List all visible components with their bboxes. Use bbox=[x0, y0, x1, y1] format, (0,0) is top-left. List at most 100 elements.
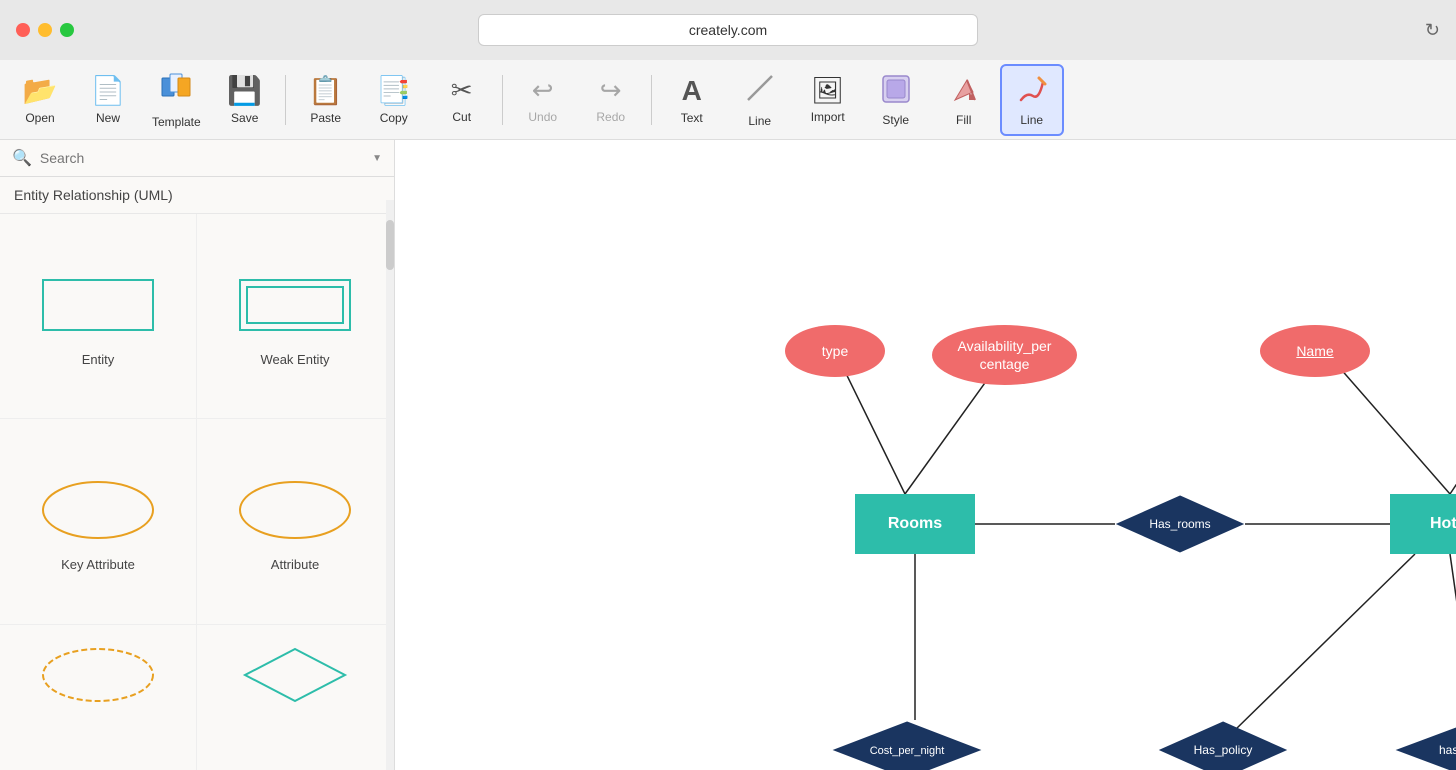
open-icon: 📂 bbox=[23, 74, 58, 107]
toolbar-fill[interactable]: Fill bbox=[932, 64, 996, 136]
refresh-button[interactable]: ↻ bbox=[1425, 20, 1440, 41]
import-label: Import bbox=[811, 110, 845, 124]
partial-attr-shape bbox=[235, 645, 355, 705]
attribute-shape bbox=[235, 475, 355, 545]
save-icon: 💾 bbox=[227, 74, 262, 107]
search-icon: 🔍 bbox=[12, 148, 32, 168]
line-icon bbox=[744, 72, 776, 110]
paste-icon: 📋 bbox=[308, 74, 343, 107]
template-icon bbox=[159, 70, 193, 111]
search-input[interactable] bbox=[40, 150, 364, 166]
svg-text:Cost_per_night: Cost_per_night bbox=[870, 745, 945, 757]
toolbar-cut[interactable]: ✂ Cut bbox=[430, 64, 494, 136]
undo-label: Undo bbox=[528, 110, 557, 124]
cut-label: Cut bbox=[452, 110, 471, 124]
copy-icon: 📑 bbox=[376, 74, 411, 107]
style-icon bbox=[879, 72, 913, 109]
shape-weak-entity[interactable]: Weak Entity bbox=[197, 214, 394, 419]
extra-lines bbox=[395, 140, 1456, 770]
toolbar: 📂 Open 📄 New Template 💾 Save 📋 Paste 📑 C… bbox=[0, 60, 1456, 140]
traffic-lights bbox=[16, 23, 74, 37]
attr-type[interactable]: type bbox=[785, 325, 885, 377]
attr-name-label: Name bbox=[1296, 343, 1333, 359]
partial-key-attr-shape bbox=[38, 645, 158, 705]
template-label: Template bbox=[152, 115, 201, 129]
separator-3 bbox=[651, 75, 652, 125]
toolbar-save[interactable]: 💾 Save bbox=[213, 64, 277, 136]
weak-entity-shape bbox=[235, 270, 355, 340]
entity-label: Entity bbox=[82, 352, 115, 367]
sidebar-category: Entity Relationship (UML) bbox=[0, 177, 394, 214]
toolbar-template[interactable]: Template bbox=[144, 64, 209, 136]
toolbar-redo[interactable]: ↪ Redo bbox=[579, 64, 643, 136]
sidebar-scrollbar-thumb bbox=[386, 220, 394, 270]
toolbar-new[interactable]: 📄 New bbox=[76, 64, 140, 136]
rel-has-policy[interactable]: Has_policy bbox=[1158, 720, 1288, 770]
line-label: Line bbox=[748, 114, 771, 128]
main-layout: 🔍 ▼ Entity Relationship (UML) Entity bbox=[0, 140, 1456, 770]
attr-availability-label: Availability_percentage bbox=[958, 337, 1052, 373]
canvas[interactable]: type Availability_percentage Name Rating… bbox=[395, 140, 1456, 770]
attr-availability[interactable]: Availability_percentage bbox=[932, 325, 1077, 385]
rel-has-facilities[interactable]: has-facilities bbox=[1395, 720, 1456, 770]
url-text: creately.com bbox=[689, 22, 767, 38]
rel-cost[interactable]: Cost_per_night bbox=[832, 720, 982, 770]
entity-rooms[interactable]: Rooms bbox=[855, 494, 975, 554]
key-attribute-shape bbox=[38, 475, 158, 545]
toolbar-style[interactable]: Style bbox=[864, 64, 928, 136]
copy-label: Copy bbox=[380, 111, 408, 125]
style-label: Style bbox=[882, 113, 909, 127]
search-bar: 🔍 ▼ bbox=[0, 140, 394, 177]
save-label: Save bbox=[231, 111, 258, 125]
close-button[interactable] bbox=[16, 23, 30, 37]
rel-has-rooms[interactable]: Has_rooms bbox=[1115, 494, 1245, 554]
fill-icon bbox=[947, 72, 981, 109]
shape-partial-attr[interactable] bbox=[197, 625, 394, 770]
cut-icon: ✂ bbox=[451, 75, 473, 106]
open-label: Open bbox=[25, 111, 54, 125]
toolbar-undo[interactable]: ↩ Undo bbox=[511, 64, 575, 136]
minimize-button[interactable] bbox=[38, 23, 52, 37]
url-bar[interactable]: creately.com bbox=[478, 14, 978, 46]
svg-text:has-facilities: has-facilities bbox=[1439, 743, 1456, 757]
redo-label: Redo bbox=[596, 110, 625, 124]
separator-1 bbox=[285, 75, 286, 125]
maximize-button[interactable] bbox=[60, 23, 74, 37]
svg-text:Has_rooms: Has_rooms bbox=[1149, 517, 1210, 531]
paste-label: Paste bbox=[310, 111, 341, 125]
shapes-grid: Entity Weak Entity Key bbox=[0, 214, 394, 770]
entity-hotel-label: Hotel bbox=[1430, 515, 1456, 533]
toolbar-open[interactable]: 📂 Open bbox=[8, 64, 72, 136]
er-diagram-svg bbox=[395, 140, 1456, 770]
sidebar-collapse-icon[interactable]: ▼ bbox=[372, 153, 382, 164]
shape-entity[interactable]: Entity bbox=[0, 214, 197, 419]
titlebar: creately.com ↻ bbox=[0, 0, 1456, 60]
new-label: New bbox=[96, 111, 120, 125]
toolbar-line-active[interactable]: Line bbox=[1000, 64, 1064, 136]
svg-text:Has_policy: Has_policy bbox=[1194, 743, 1253, 757]
toolbar-copy[interactable]: 📑 Copy bbox=[362, 64, 426, 136]
import-icon: 🖼 bbox=[811, 75, 844, 106]
toolbar-line[interactable]: Line bbox=[728, 64, 792, 136]
toolbar-import[interactable]: 🖼 Import bbox=[796, 64, 860, 136]
shape-key-attribute[interactable]: Key Attribute bbox=[0, 419, 197, 624]
attr-name[interactable]: Name bbox=[1260, 325, 1370, 377]
entity-rooms-label: Rooms bbox=[888, 515, 942, 533]
entity-hotel[interactable]: Hotel bbox=[1390, 494, 1456, 554]
sidebar: 🔍 ▼ Entity Relationship (UML) Entity bbox=[0, 140, 395, 770]
toolbar-text[interactable]: A Text bbox=[660, 64, 724, 136]
toolbar-paste[interactable]: 📋 Paste bbox=[294, 64, 358, 136]
line-active-icon bbox=[1015, 72, 1049, 109]
shape-attribute[interactable]: Attribute bbox=[197, 419, 394, 624]
redo-icon: ↪ bbox=[600, 75, 622, 106]
weak-entity-label: Weak Entity bbox=[260, 352, 329, 367]
line-active-label: Line bbox=[1020, 113, 1043, 127]
key-attribute-label: Key Attribute bbox=[61, 557, 135, 572]
fill-label: Fill bbox=[956, 113, 971, 127]
separator-2 bbox=[502, 75, 503, 125]
attribute-label: Attribute bbox=[271, 557, 319, 572]
text-label: Text bbox=[681, 111, 703, 125]
attr-type-label: type bbox=[822, 343, 848, 359]
shape-partial-key-attr[interactable] bbox=[0, 625, 197, 770]
sidebar-scrollbar[interactable] bbox=[386, 200, 394, 770]
